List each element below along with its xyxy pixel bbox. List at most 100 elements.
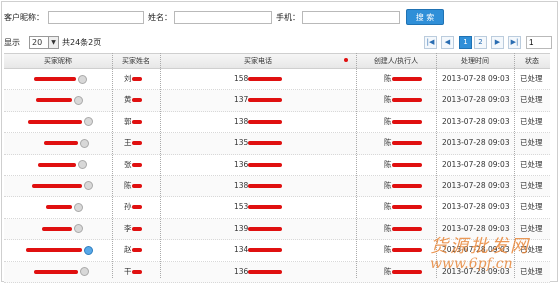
- table-row[interactable]: 黄 137 陈 2013-07-28 09:03 已处理: [4, 90, 550, 112]
- table-row[interactable]: 张 136 陈 2013-07-28 09:03 已处理: [4, 155, 550, 176]
- nick-cell: [44, 133, 110, 153]
- first-page-icon: |◀: [426, 38, 435, 46]
- creator-cell: 陈: [384, 197, 434, 217]
- redaction-mark: [131, 162, 142, 167]
- column-header-time[interactable]: 处理时间: [436, 54, 514, 68]
- last-page-button[interactable]: ▶|: [508, 36, 521, 49]
- phone-cell: 136: [234, 262, 344, 282]
- wangwang-icon[interactable]: [84, 117, 93, 127]
- redaction-mark: [34, 269, 78, 274]
- time-cell: 2013-07-28 09:03: [442, 116, 510, 126]
- nick-cell: [34, 262, 110, 282]
- page-button-2[interactable]: 2: [474, 36, 487, 49]
- nick-cell: [26, 240, 110, 260]
- next-page-icon: ▶: [494, 38, 501, 46]
- prev-page-icon: ◀: [444, 38, 451, 46]
- redaction-mark: [131, 248, 142, 253]
- wangwang-icon[interactable]: [84, 181, 93, 191]
- status-cell: 已处理: [520, 266, 543, 276]
- redaction-mark: [391, 162, 422, 167]
- column-header-name[interactable]: 买家姓名: [112, 54, 160, 68]
- column-header-nick[interactable]: 买家昵称: [4, 54, 112, 68]
- prev-page-button[interactable]: ◀: [441, 36, 454, 49]
- time-cell: 2013-07-28 09:03: [442, 159, 510, 169]
- phone-cell: 153: [234, 197, 344, 217]
- nick-cell: [42, 219, 110, 239]
- redaction-mark: [248, 98, 283, 103]
- name-cell: 王: [124, 133, 158, 153]
- chevron-down-icon: ▼: [48, 37, 58, 48]
- phone-cell: 139: [234, 219, 344, 239]
- creator-cell: 陈: [384, 262, 434, 282]
- phone-cell: 158: [234, 69, 344, 89]
- creator-cell: 陈: [384, 155, 434, 175]
- table-row[interactable]: 王 135 陈 2013-07-28 09:03 已处理: [4, 133, 550, 155]
- wangwang-icon[interactable]: [80, 138, 89, 148]
- watermark-title: 货源批发网: [430, 236, 530, 257]
- redaction-mark: [131, 269, 142, 274]
- redaction-mark: [248, 77, 283, 81]
- name-cell: 赵: [124, 240, 158, 260]
- redaction-mark: [32, 183, 82, 188]
- record-summary: 共24条2页: [62, 38, 102, 47]
- redaction-mark: [391, 269, 422, 274]
- redaction-mark: [248, 162, 283, 167]
- table-row[interactable]: 郭 138 陈 2013-07-28 09:03 已处理: [4, 112, 550, 134]
- name-cell: 孙: [124, 197, 158, 217]
- status-cell: 已处理: [520, 159, 543, 169]
- wangwang-icon[interactable]: [78, 74, 87, 84]
- table-header: 买家昵称 买家姓名 买家电话 创建人/执行人 处理时间 状态: [4, 53, 550, 69]
- phone-cell: 136: [234, 155, 344, 175]
- page-size-select[interactable]: 20 ▼: [29, 36, 59, 49]
- redaction-mark: [248, 248, 283, 253]
- status-cell: 已处理: [520, 180, 543, 190]
- redaction-mark: [391, 183, 422, 188]
- pager-bar: 显示 20 ▼ 共24条2页 |◀ ◀ 1 2 ▶ ▶|: [4, 35, 552, 51]
- search-button[interactable]: 搜 索: [406, 9, 444, 25]
- phone-cell: 138: [234, 176, 344, 196]
- nick-cell: [36, 90, 112, 110]
- first-page-button[interactable]: |◀: [424, 36, 437, 49]
- column-header-creator[interactable]: 创建人/执行人: [356, 54, 436, 68]
- redaction-mark: [44, 141, 78, 146]
- wangwang-icon[interactable]: [80, 267, 89, 277]
- required-marker: [344, 58, 348, 62]
- name-cell: 李: [124, 219, 158, 239]
- column-header-phone[interactable]: 买家电话: [160, 54, 356, 68]
- creator-cell: 陈: [384, 176, 434, 196]
- search-bar: 客户昵称： 姓名： 手机： 搜 索: [4, 9, 552, 29]
- wangwang-icon[interactable]: [78, 160, 87, 170]
- goto-page-input[interactable]: [526, 36, 552, 49]
- customer-nick-input[interactable]: [48, 11, 144, 24]
- name-cell: 黄: [124, 90, 158, 110]
- next-page-button[interactable]: ▶: [491, 36, 504, 49]
- wangwang-icon[interactable]: [74, 224, 83, 234]
- redaction-mark: [391, 77, 422, 81]
- redaction-mark: [131, 183, 142, 188]
- name-input[interactable]: [174, 11, 272, 24]
- table-row[interactable]: 孙 153 陈 2013-07-28 09:03 已处理: [4, 197, 550, 219]
- phone-cell: 137: [234, 90, 344, 110]
- wangwang-online-icon[interactable]: [84, 245, 93, 255]
- name-cell: 刘: [124, 69, 158, 89]
- redaction-mark: [42, 226, 72, 231]
- status-cell: 已处理: [520, 202, 543, 212]
- redaction-mark: [248, 226, 283, 231]
- time-cell: 2013-07-28 09:03: [442, 180, 510, 190]
- nick-cell: [28, 112, 110, 132]
- redaction-mark: [391, 141, 422, 146]
- page-button-1[interactable]: 1: [459, 36, 472, 49]
- column-header-status[interactable]: 状态: [514, 54, 550, 68]
- redaction-mark: [36, 98, 72, 103]
- redaction-mark: [391, 226, 422, 231]
- nick-cell: [38, 155, 110, 175]
- wangwang-icon[interactable]: [74, 202, 83, 212]
- phone-cell: 135: [234, 133, 344, 153]
- phone-input[interactable]: [302, 11, 400, 24]
- redaction-mark: [131, 119, 142, 124]
- wangwang-icon[interactable]: [74, 95, 83, 105]
- phone-label: 手机：: [276, 13, 300, 22]
- table-row[interactable]: 陈 138 陈 2013-07-28 09:03 已处理: [4, 175, 550, 198]
- table-row[interactable]: 刘 158 陈 2013-07-28 09:03 已处理: [4, 69, 550, 91]
- show-label: 显示: [4, 38, 20, 47]
